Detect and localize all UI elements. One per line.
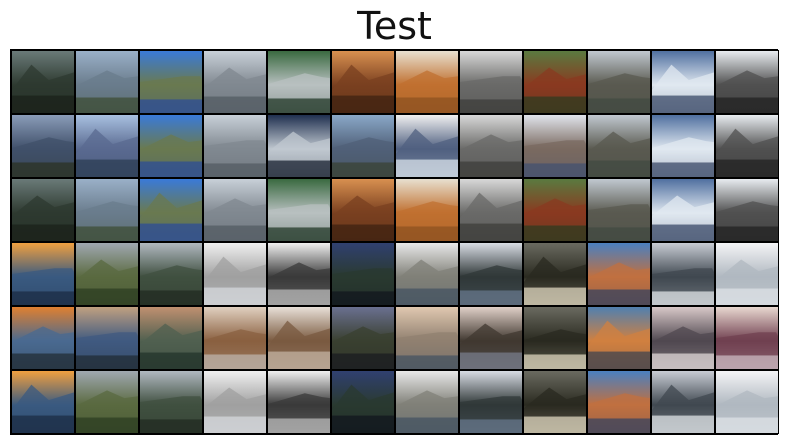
image-tile-mountain-forest-blue bbox=[75, 114, 139, 178]
image-tile-lake-reflection bbox=[587, 178, 651, 242]
image-tile-rock-lake-blue bbox=[267, 114, 331, 178]
image-tile-canyon-sunset bbox=[331, 50, 395, 114]
image-tile-lake-blue-sky bbox=[139, 50, 203, 114]
image-tile-snow-field-warm bbox=[203, 306, 267, 370]
image-tile-mountain-valley-blue bbox=[11, 114, 75, 178]
image-tile-rock-lake-green bbox=[267, 50, 331, 114]
image-tile-cliff-grey bbox=[459, 50, 523, 114]
image-tile-mountain-valley-dark bbox=[11, 178, 75, 242]
image-tile-snow-forest-river bbox=[459, 370, 523, 434]
image-tile-lake-blue-sky bbox=[139, 178, 203, 242]
image-tile-snow-drift bbox=[715, 242, 779, 306]
image-tile-framed-dark-forest bbox=[523, 242, 587, 306]
image-tile-forest-mountain bbox=[139, 370, 203, 434]
image-tile-sequoia-forest bbox=[523, 50, 587, 114]
image-tile-snow-drift bbox=[715, 370, 779, 434]
image-tile-cloudy-sky bbox=[203, 50, 267, 114]
image-tile-cloudy-sky bbox=[203, 178, 267, 242]
image-tile-snow-field bbox=[203, 242, 267, 306]
image-tile-snow-rocks bbox=[267, 242, 331, 306]
image-tile-el-capitan-snow bbox=[395, 242, 459, 306]
image-tile-river-snow bbox=[651, 178, 715, 242]
image-tile-framed-dark-forest bbox=[523, 306, 587, 370]
image-tile-cliff-grey bbox=[459, 178, 523, 242]
image-tile-sunset-dome bbox=[11, 242, 75, 306]
image-tile-river-sunset bbox=[587, 242, 651, 306]
image-tile-lake-reflection bbox=[587, 50, 651, 114]
image-tile-river-sunset bbox=[587, 370, 651, 434]
image-tile-waterfall-ice bbox=[715, 50, 779, 114]
image-tile-autumn-forest-poster bbox=[395, 178, 459, 242]
image-tile-mountain-valley-dark bbox=[11, 50, 75, 114]
image-tile-mountain-forest bbox=[75, 50, 139, 114]
image-tile-sequoia-forest bbox=[523, 178, 587, 242]
image-tile-canyon-sunset bbox=[331, 178, 395, 242]
image-tile-valley-panorama bbox=[75, 370, 139, 434]
image-tile-snow-drift-warm bbox=[715, 306, 779, 370]
image-tile-lake-blue-sky bbox=[139, 114, 203, 178]
image-tile-rock-lake-green bbox=[267, 178, 331, 242]
image-tile-valley-panorama-warm bbox=[75, 306, 139, 370]
image-tile-snow-valley-warm bbox=[651, 306, 715, 370]
image-tile-snow-valley bbox=[651, 370, 715, 434]
image-tile-cloudy-sky bbox=[203, 114, 267, 178]
image-tile-forest-mountain-warm bbox=[139, 306, 203, 370]
image-tile-river-sunset-warm bbox=[587, 306, 651, 370]
image-tile-lake-reflection bbox=[587, 114, 651, 178]
image-tile-sequoia-snow bbox=[523, 114, 587, 178]
image-tile-snow-forest-warm bbox=[459, 306, 523, 370]
image-tile-mountain-forest bbox=[75, 178, 139, 242]
image-tile-framed-dark-forest bbox=[523, 370, 587, 434]
image-tile-sunset-dome bbox=[11, 370, 75, 434]
image-tile-snow-forest-poster bbox=[395, 114, 459, 178]
image-tile-river-night bbox=[331, 370, 395, 434]
image-tile-waterfall-ice bbox=[715, 178, 779, 242]
image-tile-cliff-grey bbox=[459, 114, 523, 178]
image-grid bbox=[10, 49, 779, 435]
image-tile-snow-field bbox=[203, 370, 267, 434]
image-tile-forest-mountain bbox=[139, 242, 203, 306]
figure-title: Test bbox=[357, 4, 432, 48]
image-tile-river-night-warm bbox=[331, 306, 395, 370]
image-tile-river-snow bbox=[651, 50, 715, 114]
image-tile-snow-rocks-warm bbox=[267, 306, 331, 370]
image-tile-sunset-dome-warm bbox=[11, 306, 75, 370]
image-tile-snow-valley bbox=[651, 242, 715, 306]
image-tile-snow-rocks bbox=[267, 370, 331, 434]
image-tile-autumn-forest-poster bbox=[395, 50, 459, 114]
image-tile-el-capitan-snow bbox=[395, 370, 459, 434]
image-tile-river-snow bbox=[651, 114, 715, 178]
image-tile-valley-panorama bbox=[75, 242, 139, 306]
image-tile-river-night bbox=[331, 242, 395, 306]
image-tile-el-capitan-warm bbox=[395, 306, 459, 370]
image-tile-waterfall-ice bbox=[715, 114, 779, 178]
image-tile-snow-forest-river bbox=[459, 242, 523, 306]
image-tile-canyon-blue bbox=[331, 114, 395, 178]
